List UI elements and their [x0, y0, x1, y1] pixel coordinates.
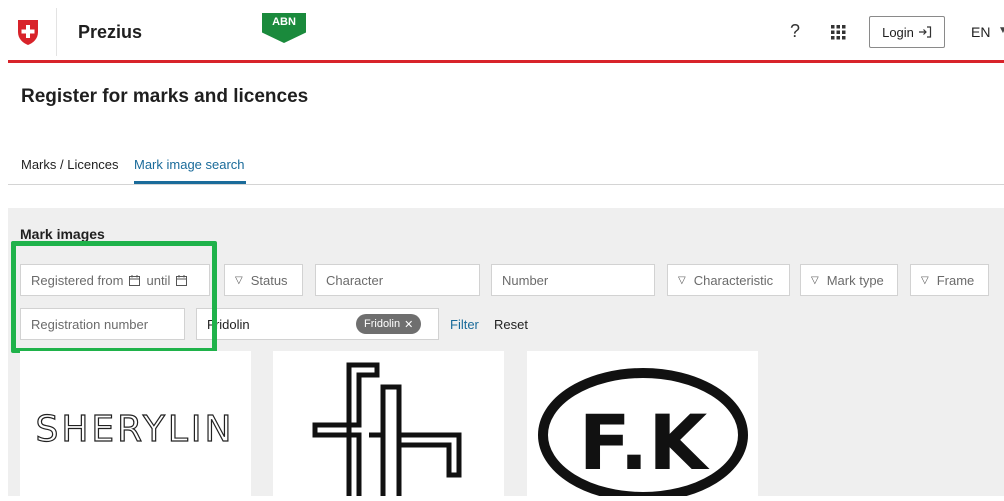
mark-image: SHERYLIN — [35, 408, 235, 450]
mark-type-dropdown[interactable]: ▽ Mark type — [800, 264, 898, 296]
chevron-down-icon: ▽ — [678, 274, 686, 286]
tab-marks-licences[interactable]: Marks / Licences — [21, 157, 119, 172]
mark-image: F.K — [538, 368, 748, 501]
chevron-down-icon: ▽ — [811, 274, 819, 286]
character-input[interactable] — [315, 264, 480, 296]
language-selector[interactable]: EN — [971, 24, 990, 40]
filter-button[interactable]: Filter — [450, 317, 479, 332]
chevron-down-icon: ▽ — [235, 274, 243, 286]
result-thumbnail-sherylin[interactable]: SHERYLIN — [20, 351, 251, 496]
frame-label: Frame — [936, 272, 975, 288]
section-title: Mark images — [20, 226, 105, 242]
status-label: Status — [250, 272, 288, 288]
app-name[interactable]: Prezius — [78, 22, 142, 43]
brand-red-bar — [8, 60, 1004, 63]
character-field[interactable] — [326, 272, 469, 288]
page-title: Register for marks and licences — [21, 86, 309, 107]
status-dropdown[interactable]: ▽ Status — [224, 264, 303, 296]
mark-type-label: Mark type — [826, 272, 884, 288]
login-button[interactable]: Login — [869, 16, 945, 48]
characteristic-label: Characteristic — [693, 272, 774, 288]
chevron-down-icon[interactable]: ▼ — [998, 25, 1004, 36]
number-input[interactable] — [491, 264, 655, 296]
login-icon — [918, 26, 932, 38]
chevron-down-icon: ▽ — [921, 274, 929, 286]
swiss-coat-of-arms-icon[interactable] — [16, 18, 40, 46]
tab-mark-image-search[interactable]: Mark image search — [134, 157, 245, 172]
highlight-box — [11, 241, 217, 353]
reset-button[interactable]: Reset — [494, 317, 528, 332]
number-field[interactable] — [502, 272, 644, 288]
help-icon[interactable]: ? — [790, 21, 800, 42]
header-bar: Prezius ABN ? Login EN ▼ — [0, 0, 1004, 62]
characteristic-dropdown[interactable]: ▽ Characteristic — [667, 264, 790, 296]
search-chip[interactable]: Fridolin ✕ — [356, 314, 422, 334]
chip-label: Fridolin — [364, 318, 401, 330]
login-label: Login — [882, 24, 914, 40]
mark-image-text: F.K — [579, 398, 711, 487]
header-divider — [56, 8, 57, 56]
frame-dropdown[interactable]: ▽ Frame — [910, 264, 989, 296]
result-thumbnail-fh[interactable] — [273, 351, 504, 496]
apps-grid-icon[interactable] — [831, 25, 846, 40]
environment-badge: ABN — [262, 13, 306, 43]
close-icon[interactable]: ✕ — [404, 318, 413, 331]
mark-image-text: SHERYLIN — [36, 409, 235, 450]
tabs-divider — [8, 184, 1004, 185]
mark-image — [312, 362, 462, 496]
result-thumbnail-fk[interactable]: F.K — [527, 351, 758, 501]
